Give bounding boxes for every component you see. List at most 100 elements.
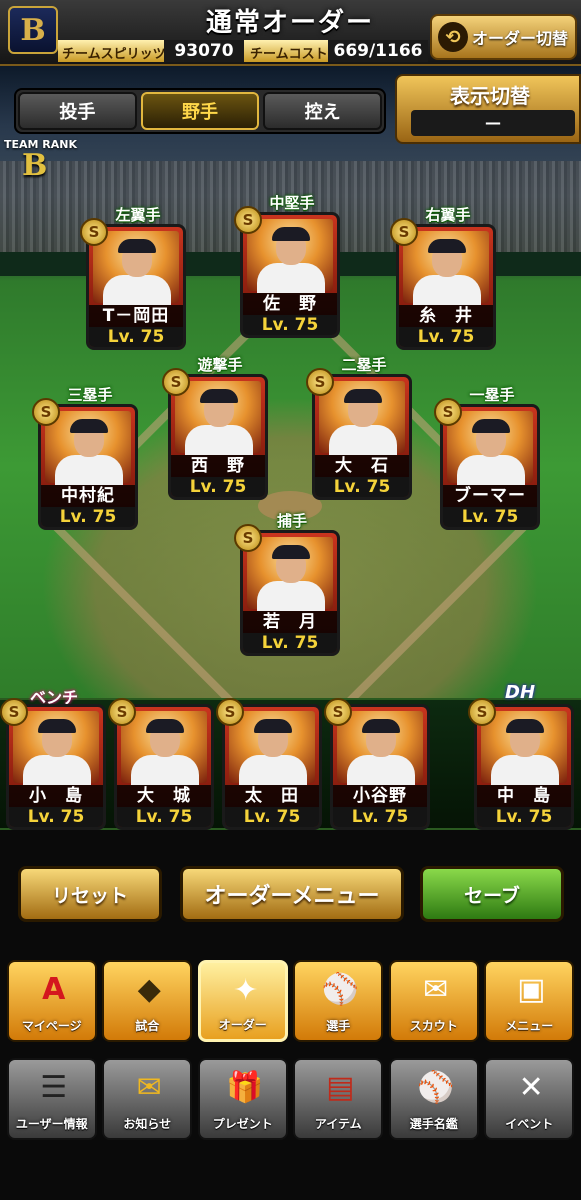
- nav-menu[interactable]: ▣ メニュー: [484, 960, 575, 1042]
- player-photo: [229, 711, 315, 785]
- team-logo-letter: B: [20, 12, 46, 48]
- player-photo: [45, 411, 131, 485]
- rank-badge-icon: S: [216, 698, 244, 726]
- nav-present[interactable]: 🎁 プレゼント: [197, 1058, 288, 1140]
- nav-mypage[interactable]: A マイページ: [6, 960, 97, 1042]
- team-stats-bar: チームスピリッツ 93070 チームコスト 669/1166: [58, 40, 428, 62]
- player-name: 太 田: [225, 785, 319, 807]
- rank-badge-icon: S: [108, 698, 136, 726]
- player-name: 中 島: [477, 785, 571, 807]
- rank-badge-icon: S: [162, 368, 190, 396]
- dh-label: DH: [505, 682, 536, 703]
- player-photo: [247, 537, 333, 611]
- player-name: 西 野: [171, 455, 265, 477]
- nav-label: 選手名鑑: [409, 1117, 458, 1131]
- player-level: Lv. 75: [333, 807, 427, 827]
- rank-badge-icon: S: [434, 398, 462, 426]
- gift-icon: 🎁: [226, 1069, 264, 1105]
- reset-button[interactable]: リセット: [18, 866, 162, 922]
- player-name: 佐 野: [243, 293, 337, 315]
- field-area: 投手 野手 控え 表示切替 — TEAM RANK B 左翼手 S T－岡田 L…: [0, 66, 581, 698]
- nav-label: ユーザー情報: [15, 1117, 88, 1131]
- player-level: Lv. 75: [477, 807, 571, 827]
- nav-item[interactable]: ▤ アイテム: [293, 1058, 384, 1140]
- nav-players[interactable]: ⚾ 選手: [293, 960, 384, 1042]
- player-level: Lv. 75: [443, 507, 537, 527]
- primary-nav: A マイページ ◆ 試合 ✦ オーダー ⚾ 選手 ✉ スカウト ▣ メニュー: [0, 960, 581, 1048]
- team-rank-value: B: [22, 148, 48, 183]
- player-level: Lv. 75: [315, 477, 409, 497]
- nav-user-info[interactable]: ☰ ユーザー情報: [6, 1058, 97, 1140]
- spirits-value: 93070: [164, 40, 244, 62]
- tab-pitcher[interactable]: 投手: [18, 92, 137, 130]
- player-photo: [447, 411, 533, 485]
- event-icon: ✕: [518, 1069, 544, 1105]
- player-level: Lv. 75: [89, 327, 183, 347]
- rank-badge-icon: S: [32, 398, 60, 426]
- switch-order-button[interactable]: ⟲ オーダー切替: [430, 14, 577, 60]
- player-name: 大 石: [315, 455, 409, 477]
- nav-match[interactable]: ◆ 試合: [102, 960, 193, 1042]
- spirits-label: チームスピリッツ: [62, 47, 166, 62]
- player-level: Lv. 75: [9, 807, 103, 827]
- rank-badge-icon: S: [390, 218, 418, 246]
- directory-icon: ⚾: [417, 1069, 455, 1105]
- display-switch-label: 表示切替: [450, 84, 530, 108]
- nav-player-directory[interactable]: ⚾ 選手名鑑: [388, 1058, 479, 1140]
- user-info-icon: ☰: [40, 1069, 68, 1105]
- nav-label: メニュー: [505, 1019, 554, 1033]
- nav-event[interactable]: ✕ イベント: [484, 1058, 575, 1140]
- order-icon: ✦: [233, 972, 259, 1008]
- scout-icon: ✉: [423, 971, 449, 1007]
- player-photo: [13, 711, 99, 785]
- player-photo: [175, 381, 261, 455]
- player-level: Lv. 75: [399, 327, 493, 347]
- secondary-nav: ☰ ユーザー情報 ✉ お知らせ 🎁 プレゼント ▤ アイテム ⚾ 選手名鑑 ✕ …: [0, 1058, 581, 1146]
- player-level: Lv. 75: [243, 315, 337, 335]
- cost-value: 669/1166: [328, 40, 428, 62]
- player-photo: [403, 231, 489, 305]
- player-name: T－岡田: [89, 305, 183, 327]
- news-icon: ✉: [136, 1069, 162, 1105]
- cost-label: チームコスト: [250, 47, 328, 62]
- player-photo: [93, 231, 179, 305]
- nav-label: プレゼント: [212, 1117, 273, 1131]
- swap-icon: ⟲: [438, 22, 468, 52]
- save-button[interactable]: セーブ: [420, 866, 564, 922]
- player-level: Lv. 75: [171, 477, 265, 497]
- rank-badge-icon: S: [468, 698, 496, 726]
- nav-label: スカウト: [409, 1019, 458, 1033]
- nav-scout[interactable]: ✉ スカウト: [388, 960, 479, 1042]
- team-rank: TEAM RANK B: [4, 138, 84, 181]
- order-menu-button[interactable]: オーダーメニュー: [180, 866, 404, 922]
- player-level: Lv. 75: [243, 633, 337, 653]
- player-name: 若 月: [243, 611, 337, 633]
- item-icon: ▤: [326, 1069, 355, 1105]
- rank-badge-icon: S: [80, 218, 108, 246]
- player-photo: [481, 711, 567, 785]
- page-title: 通常オーダー: [205, 8, 374, 38]
- player-photo: [319, 381, 405, 455]
- nav-news[interactable]: ✉ お知らせ: [102, 1058, 193, 1140]
- lower-panel: リセット オーダーメニュー セーブ A マイページ ◆ 試合 ✦ オーダー ⚾ …: [0, 830, 581, 1200]
- rank-badge-icon: S: [306, 368, 334, 396]
- nav-label: 試合: [135, 1019, 160, 1033]
- tab-reserve[interactable]: 控え: [263, 92, 383, 130]
- nav-label: マイページ: [21, 1019, 82, 1033]
- display-switch-button[interactable]: 表示切替 —: [395, 74, 581, 144]
- rank-badge-icon: S: [0, 698, 28, 726]
- display-switch-value: —: [411, 110, 575, 136]
- player-name: 糸 井: [399, 305, 493, 327]
- bench-area: ベンチ DH S 小 島 Lv. 75 S 大 城 Lv. 75 S 太 田 L…: [0, 682, 581, 830]
- tab-fielder[interactable]: 野手: [140, 92, 260, 130]
- player-photo: [337, 711, 423, 785]
- nav-order[interactable]: ✦ オーダー: [197, 960, 288, 1042]
- rank-badge-icon: S: [324, 698, 352, 726]
- rank-badge-icon: S: [234, 206, 262, 234]
- player-icon: ⚾: [321, 971, 359, 1007]
- player-name: 中村紀: [41, 485, 135, 507]
- player-level: Lv. 75: [225, 807, 319, 827]
- player-name: 小谷野: [333, 785, 427, 807]
- nav-label: アイテム: [314, 1117, 362, 1131]
- nav-label: オーダー: [218, 1018, 267, 1032]
